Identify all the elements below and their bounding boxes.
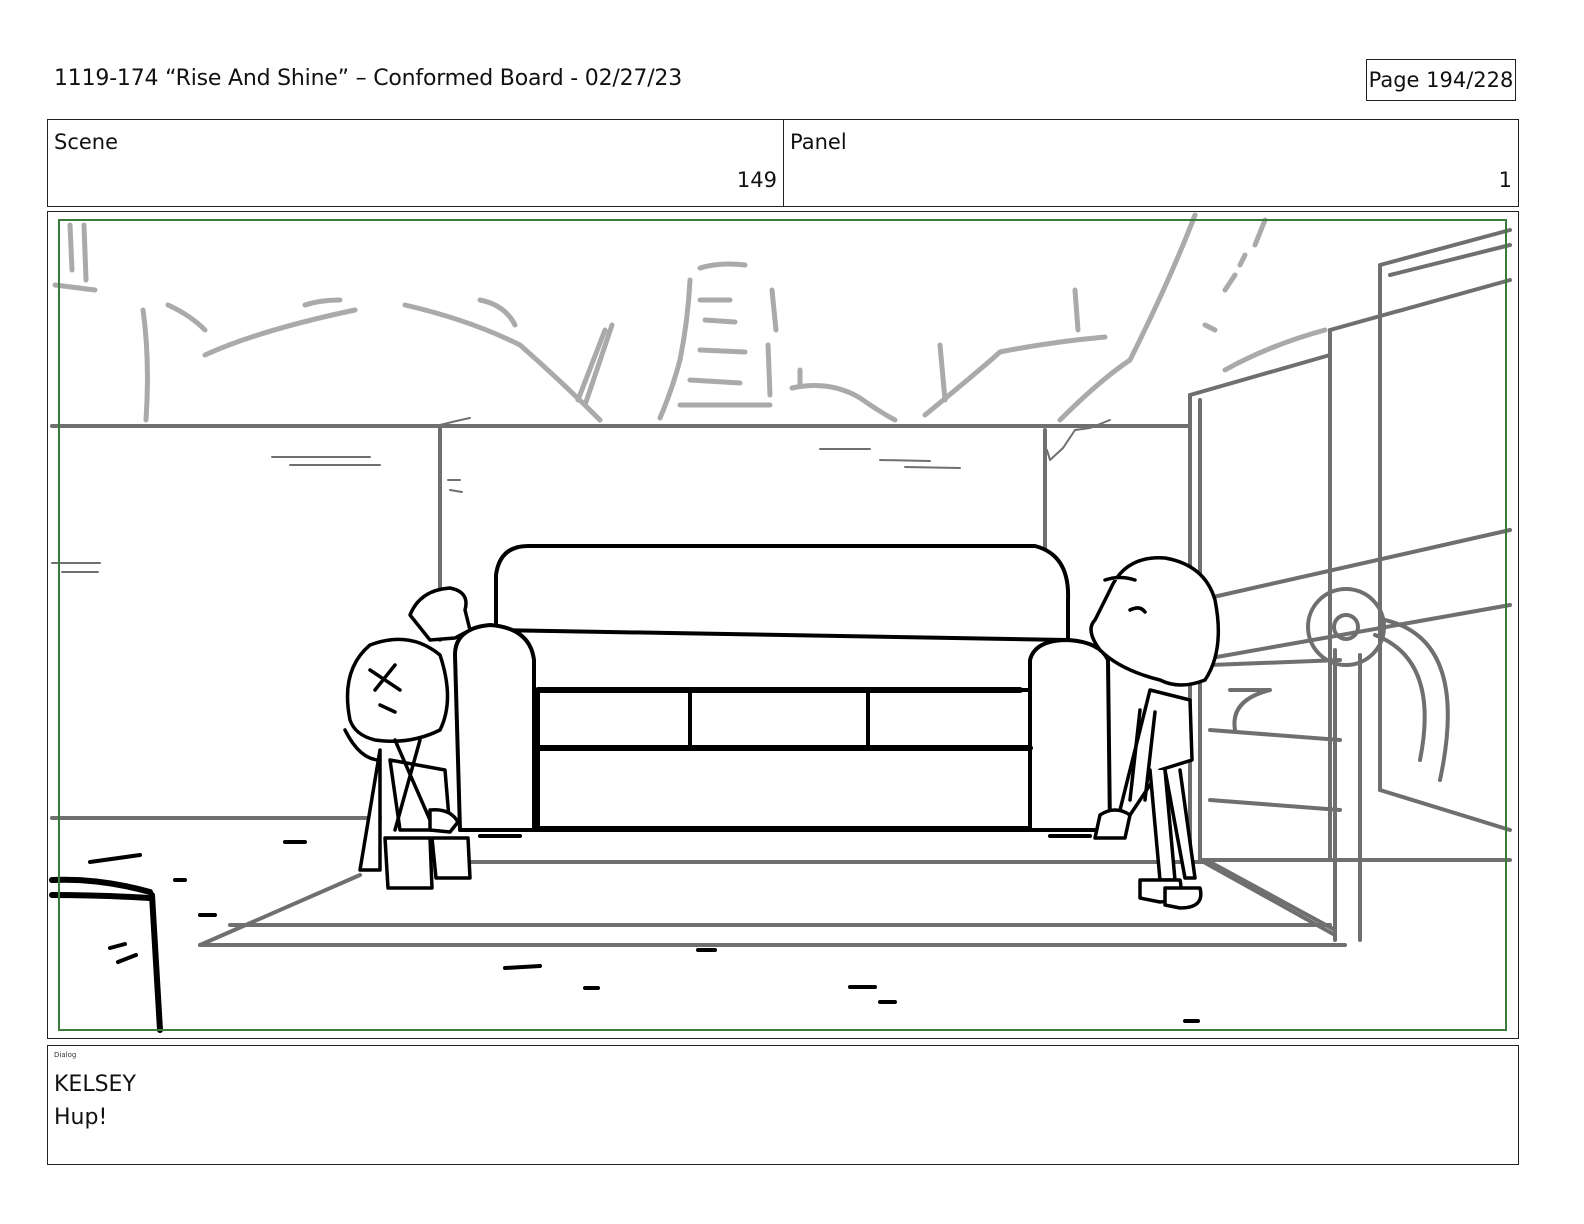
scene-panel-row: Scene 149 Panel 1 [47, 119, 1519, 207]
scene-cell: Scene 149 [48, 120, 784, 206]
dialog-tag: Dialog [54, 1051, 77, 1059]
scene-label: Scene [54, 130, 119, 154]
safe-area-frame [58, 219, 1507, 1031]
panel-label: Panel [790, 130, 847, 154]
dialog-line: Hup! [54, 1105, 108, 1130]
page-number: Page 194/228 [1366, 59, 1516, 101]
panel-number: 1 [1498, 168, 1512, 192]
board-title: 1119-174 “Rise And Shine” – Conformed Bo… [54, 66, 682, 91]
dialog-character: KELSEY [54, 1072, 136, 1097]
scene-number: 149 [736, 168, 777, 192]
dialog-box: Dialog KELSEY Hup! [47, 1045, 1519, 1165]
panel-cell: Panel 1 [784, 120, 1518, 206]
